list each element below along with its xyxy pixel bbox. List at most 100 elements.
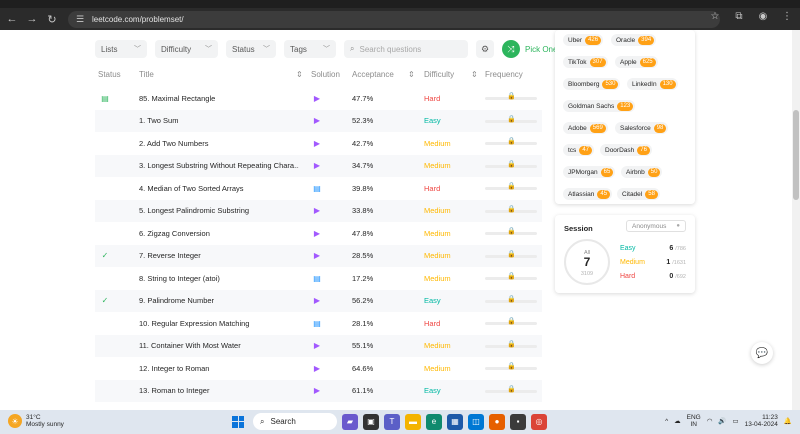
lock-icon[interactable]: 🔒 [507,160,516,168]
teams-icon[interactable]: T [384,413,400,430]
menu-icon[interactable]: ⋮ [780,11,794,22]
session-selector[interactable]: Anonymous ● [626,220,686,232]
lock-icon[interactable]: 🔒 [507,295,516,303]
lock-icon[interactable]: 🔒 [507,137,516,145]
header-difficulty[interactable]: Difficulty [424,70,454,79]
table-row[interactable]: 13. Roman to Integer ▶ 61.1% Easy 🔒 [95,379,542,402]
url-bar[interactable]: ☰ leetcode.com/problemset/ [68,10,720,28]
firefox-icon[interactable]: ● [489,413,505,430]
widgets-icon[interactable]: ▰ [342,413,358,430]
table-row[interactable]: ▤ 85. Maximal Rectangle ▶ 47.7% Hard 🔒 [95,87,542,110]
table-row[interactable]: 2. Add Two Numbers ▶ 42.7% Medium 🔒 [95,132,542,155]
lock-icon[interactable]: 🔒 [507,272,516,280]
notification-bell-icon[interactable]: 🔔 [784,417,792,425]
chrome-icon[interactable]: ◎ [531,413,547,430]
problem-title-link[interactable]: 1. Two Sum [139,116,299,125]
video-solution-icon[interactable]: ▶ [312,296,322,306]
volume-icon[interactable]: 🔊 [718,417,726,425]
article-solution-icon[interactable]: ▤ [312,273,322,283]
extensions-icon[interactable]: ⧉ [732,11,746,22]
video-solution-icon[interactable]: ▶ [312,116,322,126]
video-solution-icon[interactable]: ▶ [312,363,322,373]
company-tag[interactable]: Salesforce 98 [615,122,669,134]
forward-icon[interactable]: → [24,11,40,27]
table-row[interactable]: 10. Regular Expression Matching ▤ 28.1% Har… [95,312,542,335]
problem-title-link[interactable]: 12. Integer to Roman [139,364,299,373]
table-row[interactable]: 8. String to Integer (atoi) ▤ 17.2% Medium 🔒 [95,267,542,290]
difficulty-dropdown[interactable]: Difficulty ﹀ [155,40,218,58]
pick-one-button[interactable]: ⤨ Pick One [502,40,557,58]
problem-title-link[interactable]: 13. Roman to Integer [139,386,299,395]
lock-icon[interactable]: 🔒 [507,115,516,123]
company-tag[interactable]: LinkedIn 130 [627,78,678,90]
company-tag[interactable]: Citadel 58 [617,188,660,200]
cloud-icon[interactable]: ☁ [674,417,681,425]
video-solution-icon[interactable]: ▶ [312,228,322,238]
article-solution-icon[interactable]: ▤ [312,183,322,193]
problem-title-link[interactable]: 7. Reverse Integer [139,251,299,260]
problem-title-link[interactable]: 6. Zigzag Conversion [139,229,299,238]
table-row[interactable]: 4. Median of Two Sorted Arrays ▤ 39.8% Hard… [95,177,542,200]
company-tag[interactable]: Bloomberg 530 [563,78,621,90]
lock-icon[interactable]: 🔒 [507,385,516,393]
file-explorer-icon[interactable]: ▬ [405,413,421,430]
table-row[interactable]: 11. Container With Most Water ▶ 55.1% Mediu… [95,334,542,357]
problem-title-link[interactable]: 11. Container With Most Water [139,341,299,350]
company-tag[interactable]: Uber 426 [563,34,604,46]
table-row[interactable]: 3. Longest Substring Without Repeating C… [95,154,542,177]
video-solution-icon[interactable]: ▶ [312,138,322,148]
bookmark-star-icon[interactable]: ☆ [708,11,722,22]
lock-icon[interactable]: 🔒 [507,92,516,100]
settings-gear-button[interactable]: ⚙ [476,40,494,58]
table-row[interactable]: 1. Two Sum ▶ 52.3% Easy 🔒 [95,109,542,132]
table-row[interactable]: 6. Zigzag Conversion ▶ 47.8% Medium 🔒 [95,222,542,245]
app-icon[interactable]: ◫ [468,413,484,430]
lists-dropdown[interactable]: Lists ﹀ [95,40,147,58]
company-tag[interactable]: Goldman Sachs 123 [563,100,636,112]
company-tag[interactable]: TikTok 307 [563,56,608,68]
site-info-icon[interactable]: ☰ [74,13,86,25]
company-tag[interactable]: Adobe 569 [563,122,608,134]
language-indicator[interactable]: ENG IN [687,414,701,428]
company-tag[interactable]: Apple 625 [615,56,658,68]
problem-title-link[interactable]: 4. Median of Two Sorted Arrays [139,184,299,193]
problem-title-link[interactable]: 9. Palindrome Number [139,296,299,305]
lock-icon[interactable]: 🔒 [507,340,516,348]
company-tag[interactable]: Atlassian 45 [563,188,613,200]
feedback-chat-button[interactable]: 💬 [751,342,773,364]
problem-title-link[interactable]: 10. Regular Expression Matching [139,319,299,328]
video-solution-icon[interactable]: ▶ [312,341,322,351]
header-title[interactable]: Title [139,70,154,79]
windows-start-icon[interactable] [232,415,244,428]
wifi-icon[interactable]: ◠ [707,417,713,425]
lock-icon[interactable]: 🔒 [507,182,516,190]
company-tag[interactable]: tcs 47 [563,144,594,156]
taskbar-search[interactable]: ⌕ Search [253,413,337,430]
battery-icon[interactable]: ▭ [733,417,739,425]
tags-dropdown[interactable]: Tags ﹀ [284,40,336,58]
problem-title-link[interactable]: 85. Maximal Rectangle [139,94,299,103]
lock-icon[interactable]: 🔒 [507,362,516,370]
company-tag[interactable]: Airbnb 50 [621,166,663,178]
weather-widget[interactable]: ☀ 31°C Mostly sunny [8,414,64,428]
video-solution-icon[interactable]: ▶ [312,161,322,171]
edge-icon[interactable]: e [426,413,442,430]
chevron-up-icon[interactable]: ^ [665,418,668,425]
lock-icon[interactable]: 🔒 [507,317,516,325]
profile-icon[interactable]: ◉ [756,11,770,22]
video-solution-icon[interactable]: ▶ [312,386,322,396]
back-icon[interactable]: ← [4,11,20,27]
table-row[interactable]: 5. Longest Palindromic Substring ▶ 33.8% Me… [95,199,542,222]
task-view-icon[interactable]: ▣ [363,413,379,430]
company-tag[interactable]: Oracle 394 [611,34,657,46]
header-acceptance[interactable]: Acceptance [352,70,394,79]
problem-title-link[interactable]: 2. Add Two Numbers [139,139,299,148]
lock-icon[interactable]: 🔒 [507,227,516,235]
store-icon[interactable]: ▦ [447,413,463,430]
page-scrollbar[interactable] [792,30,800,410]
title-sort-icon[interactable]: ⇕ [296,70,303,79]
video-solution-icon[interactable]: ▶ [312,93,322,103]
scrollbar-thumb[interactable] [793,110,799,200]
acceptance-sort-icon[interactable]: ⇕ [408,70,415,79]
lock-icon[interactable]: 🔒 [507,250,516,258]
